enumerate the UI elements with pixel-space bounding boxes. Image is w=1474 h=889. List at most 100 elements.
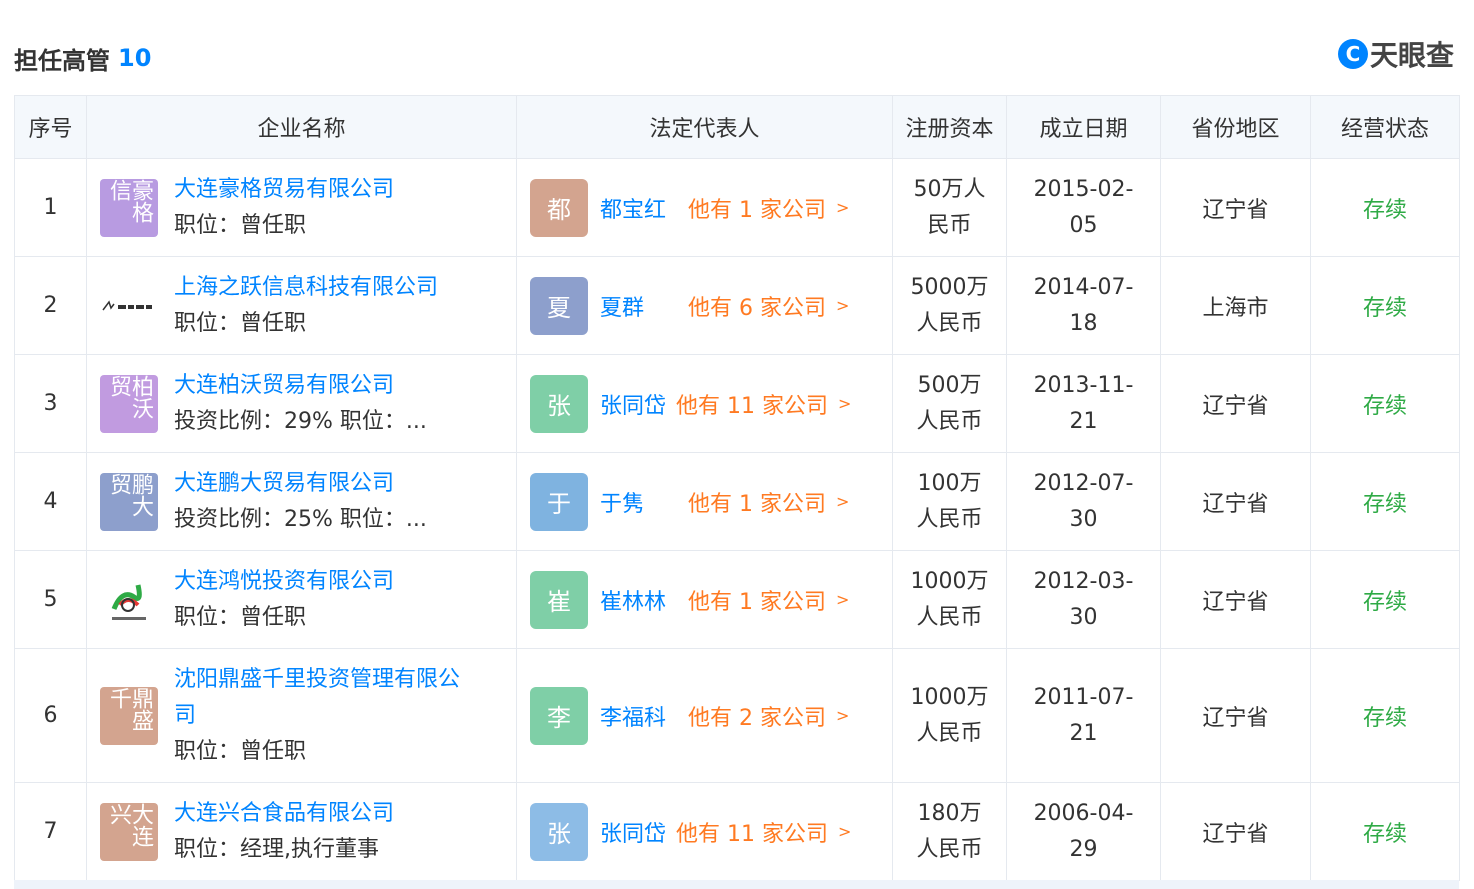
rep-avatar[interactable]: 都 bbox=[530, 178, 588, 237]
capital-line-1: 100万 bbox=[917, 470, 982, 496]
region-cell: 上海市 bbox=[1160, 256, 1311, 355]
row-index: 4 bbox=[14, 452, 87, 551]
rep-companies-link[interactable]: 他有 2 家公司 > bbox=[688, 700, 849, 732]
capital-line-2: 人民币 bbox=[916, 720, 983, 746]
rep-companies-link[interactable]: 他有 6 家公司 > bbox=[688, 290, 849, 322]
rep-companies-link[interactable]: 他有 1 家公司 > bbox=[688, 192, 849, 224]
rep-companies-link[interactable]: 他有 11 家公司 > bbox=[676, 388, 851, 420]
brand-logo[interactable]: C 天眼查 bbox=[1337, 34, 1454, 74]
executive-table: 序号 企业名称 法定代表人 注册资本 成立日期 省份地区 经营状态 1 豪格信 … bbox=[14, 95, 1460, 881]
date-line-2: 05 bbox=[1069, 212, 1098, 238]
date-cell: 2011-07- 21 bbox=[1008, 680, 1159, 752]
chevron-right-icon: > bbox=[835, 492, 850, 511]
table-row: 4 鹏大贸 大连鹏大贸易有限公司 投资比例：25% 职位：... 于 于隽 他有 bbox=[14, 452, 1460, 551]
company-cell: 鼎盛千 沈阳鼎盛千里投资管理有限公司 职位：曾任职 bbox=[88, 662, 515, 770]
table-row: 1 豪格信 大连豪格贸易有限公司 职位：曾任职 都 都宝红 他有 1 家公司 > bbox=[14, 158, 1460, 257]
company-name-link[interactable]: 沈阳鼎盛千里投资管理有限公司 bbox=[174, 662, 460, 734]
rep-companies-label: 他有 2 家公司 bbox=[688, 705, 826, 731]
position-text: 职位：经理,执行董事 bbox=[174, 836, 379, 862]
legal-rep-cell: 崔 崔林林 他有 1 家公司 > bbox=[518, 570, 891, 629]
col-header-status: 经营状态 bbox=[1310, 95, 1460, 159]
row-index: 1 bbox=[14, 158, 87, 257]
capital-line-1: 5000万 bbox=[910, 274, 989, 300]
company-name-link[interactable]: 大连豪格贸易有限公司 bbox=[174, 172, 394, 208]
region-cell: 辽宁省 bbox=[1160, 550, 1311, 649]
company-logo[interactable]: 鹏大贸 bbox=[100, 472, 158, 531]
rep-avatar[interactable]: 夏 bbox=[530, 276, 588, 335]
rep-companies-link[interactable]: 他有 1 家公司 > bbox=[688, 486, 849, 518]
capital-cell: 1000万人民币 bbox=[894, 680, 1005, 752]
company-logo-text: 鹏大贸 bbox=[106, 472, 153, 517]
table-next-row-edge bbox=[14, 880, 1459, 889]
rep-avatar[interactable]: 张 bbox=[530, 802, 588, 861]
rep-name-link[interactable]: 于隽 bbox=[600, 486, 688, 518]
company-cell: 鹏大贸 大连鹏大贸易有限公司 投资比例：25% 职位：... bbox=[88, 466, 515, 538]
date-line-2: 21 bbox=[1069, 720, 1098, 746]
company-logo-text: 鼎盛千 bbox=[106, 686, 153, 731]
date-line-1: 2013-11- bbox=[1033, 372, 1134, 398]
rep-name-link[interactable]: 夏群 bbox=[600, 290, 688, 322]
table-row: 6 鼎盛千 沈阳鼎盛千里投资管理有限公司 职位：曾任职 李 李福科 他有 2 家… bbox=[14, 648, 1460, 783]
rep-name-link[interactable]: 崔林林 bbox=[600, 584, 688, 616]
legal-rep-cell: 都 都宝红 他有 1 家公司 > bbox=[518, 178, 891, 237]
capital-line-2: 人民币 bbox=[916, 604, 983, 630]
company-name-link[interactable]: 大连鸿悦投资有限公司 bbox=[174, 564, 394, 600]
company-cell: 柏沃贸 大连柏沃贸易有限公司 投资比例：29% 职位：... bbox=[88, 368, 515, 440]
zhiyue-logo-icon bbox=[102, 299, 152, 310]
capital-line-1: 1000万 bbox=[910, 684, 989, 710]
date-line-1: 2006-04- bbox=[1033, 800, 1134, 826]
date-line-2: 30 bbox=[1069, 506, 1098, 532]
rep-avatar[interactable]: 崔 bbox=[530, 570, 588, 629]
legal-rep-cell: 夏 夏群 他有 6 家公司 > bbox=[518, 276, 891, 335]
rep-companies-link[interactable]: 他有 11 家公司 > bbox=[676, 816, 851, 848]
rep-name-link[interactable]: 张同岱 bbox=[600, 388, 676, 420]
company-logo-text: 柏沃贸 bbox=[106, 374, 153, 419]
rep-avatar[interactable]: 张 bbox=[530, 374, 588, 433]
position-text: 职位：曾任职 bbox=[174, 212, 307, 238]
capital-cell: 500万人民币 bbox=[894, 368, 1005, 440]
date-line-1: 2012-03- bbox=[1033, 568, 1134, 594]
capital-line-1: 500万 bbox=[917, 372, 982, 398]
rep-name-link[interactable]: 李福科 bbox=[600, 700, 688, 732]
position-text: 投资比例：25% 职位：... bbox=[174, 506, 427, 532]
rep-name-link[interactable]: 张同岱 bbox=[600, 816, 676, 848]
company-logo[interactable]: 大连兴 bbox=[100, 802, 158, 861]
section-header: 担任高管 10 bbox=[14, 38, 151, 78]
row-index: 3 bbox=[14, 354, 87, 453]
col-header-index: 序号 bbox=[14, 95, 87, 159]
company-logo[interactable]: 豪格信 bbox=[100, 178, 158, 237]
rep-name-link[interactable]: 都宝红 bbox=[600, 192, 688, 224]
company-cell: 豪格信 大连豪格贸易有限公司 职位：曾任职 bbox=[88, 172, 515, 244]
company-name-link[interactable]: 上海之跃信息科技有限公司 bbox=[174, 270, 438, 306]
legal-rep-cell: 张 张同岱 他有 11 家公司 > bbox=[518, 802, 891, 861]
company-name-link[interactable]: 大连兴合食品有限公司 bbox=[174, 796, 394, 832]
date-cell: 2012-07- 30 bbox=[1008, 466, 1159, 538]
status-cell: 存续 bbox=[1310, 452, 1460, 551]
position-text: 职位：曾任职 bbox=[174, 604, 307, 630]
row-index: 2 bbox=[14, 256, 87, 355]
table-row: 5 大连鸿悦投资有限公司 职位：曾任职 崔 崔林林 他有 1 家公司 > 100… bbox=[14, 550, 1460, 649]
col-header-legal-rep: 法定代表人 bbox=[516, 95, 893, 159]
company-name-link[interactable]: 大连柏沃贸易有限公司 bbox=[174, 368, 427, 404]
position-text: 职位：曾任职 bbox=[174, 738, 307, 764]
company-logo-text: 豪格信 bbox=[106, 178, 153, 223]
company-logo[interactable]: 柏沃贸 bbox=[100, 374, 158, 433]
status-cell: 存续 bbox=[1310, 550, 1460, 649]
chevron-right-icon: > bbox=[835, 706, 850, 725]
status-cell: 存续 bbox=[1310, 354, 1460, 453]
capital-cell: 50万人 民币 bbox=[894, 172, 1005, 244]
rep-companies-link[interactable]: 他有 1 家公司 > bbox=[688, 584, 849, 616]
chevron-right-icon: > bbox=[835, 590, 850, 609]
date-line-1: 2011-07- bbox=[1033, 684, 1134, 710]
rep-avatar[interactable]: 李 bbox=[530, 686, 588, 745]
company-logo[interactable] bbox=[100, 277, 158, 335]
date-cell: 2006-04- 29 bbox=[1008, 796, 1159, 868]
company-logo[interactable]: 鼎盛千 bbox=[100, 686, 158, 745]
company-name-line-2: 司 bbox=[174, 702, 197, 728]
row-index: 5 bbox=[14, 550, 87, 649]
company-name-link[interactable]: 大连鹏大贸易有限公司 bbox=[174, 466, 427, 502]
rep-companies-label: 他有 1 家公司 bbox=[688, 197, 826, 223]
rep-avatar[interactable]: 于 bbox=[530, 472, 588, 531]
company-logo[interactable] bbox=[100, 571, 158, 629]
capital-line-2: 人民币 bbox=[916, 408, 983, 434]
